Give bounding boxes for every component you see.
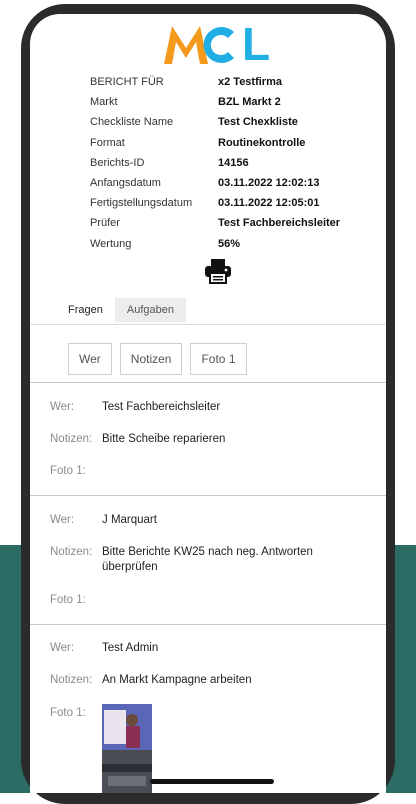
meta-value: 14156 [218, 156, 249, 169]
label-notizen: Notizen: [50, 546, 93, 558]
meta-value: x2 Testfirma [218, 76, 282, 89]
filter-button-foto[interactable]: Foto 1 [190, 343, 247, 375]
divider [30, 495, 386, 496]
meta-key: Wertung [90, 237, 132, 250]
label-wer: Wer: [50, 642, 75, 654]
printer-icon[interactable] [204, 258, 232, 284]
value-wer: Test Fachbereichsleiter [102, 401, 221, 413]
meta-key: Fertigstellungsdatum [90, 197, 193, 210]
record-3-foto: Foto 1: [50, 707, 86, 719]
meta-value: 56% [218, 237, 241, 250]
record-3-notizen: Notizen: An Markt Kampagne arbeiten [50, 674, 252, 686]
value-notizen: An Markt Kampagne arbeiten [102, 674, 252, 686]
meta-key: Checkliste Name [90, 116, 174, 129]
record-1-foto: Foto 1: [50, 465, 86, 477]
meta-row-anfangsdatum: Anfangsdatum 03.11.2022 12:02:13 [90, 173, 380, 193]
tab-bar: Fragen Aufgaben [56, 298, 186, 322]
meta-row-fertigstellungsdatum: Fertigstellungsdatum 03.11.2022 12:05:01 [90, 193, 380, 213]
divider [30, 382, 386, 383]
meta-key: Format [90, 136, 125, 149]
label-wer: Wer: [50, 514, 75, 526]
label-wer: Wer: [50, 401, 75, 413]
meta-value: Routinekontrolle [218, 136, 306, 149]
meta-row-bericht-fuer: BERICHT FÜR x2 Testfirma [90, 72, 380, 92]
meta-key: Anfangsdatum [90, 177, 161, 190]
divider [30, 624, 386, 625]
filter-button-notizen[interactable]: Notizen [119, 343, 183, 375]
meta-key: BERICHT FÜR [90, 76, 164, 89]
value-notizen: Bitte Scheibe reparieren [102, 433, 226, 445]
meta-value: BZL Markt 2 [218, 96, 281, 109]
mcl-logo: L [160, 18, 274, 70]
meta-value: Test Chexkliste [218, 116, 298, 129]
meta-key: Prüfer [90, 217, 120, 230]
report-meta: BERICHT FÜR x2 Testfirma Markt BZL Markt 2… [90, 72, 380, 254]
meta-key: Berichts-ID [90, 156, 145, 169]
home-indicator [150, 779, 274, 784]
app-screen: L BERICHT FÜR x2 Testfirma Markt BZL Markt… [30, 14, 386, 793]
filter-button-wer[interactable]: Wer [68, 343, 112, 375]
logo-letter-l: L [242, 18, 270, 70]
label-foto: Foto 1: [50, 465, 86, 477]
tab-fragen[interactable]: Fragen [56, 298, 115, 322]
label-foto: Foto 1: [50, 707, 86, 719]
mc-logo-mark [164, 26, 234, 64]
value-wer: Test Admin [102, 642, 159, 654]
meta-row-pruefer: Prüfer Test Fachbereichsleiter [90, 213, 380, 233]
label-notizen: Notizen: [50, 674, 93, 686]
column-filter-bar: Wer Notizen Foto 1 [68, 343, 247, 375]
photo-image [102, 704, 152, 793]
meta-row-format: Format Routinekontrolle [90, 133, 380, 153]
meta-row-checkliste-name: Checkliste Name Test Chexkliste [90, 112, 380, 132]
label-notizen: Notizen: [50, 433, 93, 445]
label-foto: Foto 1: [50, 594, 86, 606]
photo-thumbnail[interactable] [102, 704, 152, 793]
meta-row-markt: Markt BZL Markt 2 [90, 92, 380, 112]
record-2-notizen: Notizen: Bitte Berichte KW25 nach neg. A… [50, 545, 350, 575]
meta-value: 03.11.2022 12:02:13 [218, 177, 320, 190]
meta-key: Markt [90, 96, 118, 109]
record-1-notizen: Notizen: Bitte Scheibe reparieren [50, 433, 225, 445]
meta-row-wertung: Wertung 56% [90, 234, 380, 254]
record-2-wer: Wer: J Marquart [50, 514, 157, 526]
value-notizen: Bitte Berichte KW25 nach neg. Antworten … [102, 546, 313, 573]
meta-value: Test Fachbereichsleiter [218, 217, 341, 230]
meta-value: 03.11.2022 12:05:01 [218, 197, 320, 210]
record-2-foto: Foto 1: [50, 594, 86, 606]
meta-row-berichts-id: Berichts-ID 14156 [90, 153, 380, 173]
value-wer: J Marquart [102, 514, 157, 526]
tab-aufgaben[interactable]: Aufgaben [114, 298, 186, 322]
record-1-wer: Wer: Test Fachbereichsleiter [50, 401, 220, 413]
record-3-wer: Wer: Test Admin [50, 642, 158, 654]
divider [30, 324, 386, 325]
